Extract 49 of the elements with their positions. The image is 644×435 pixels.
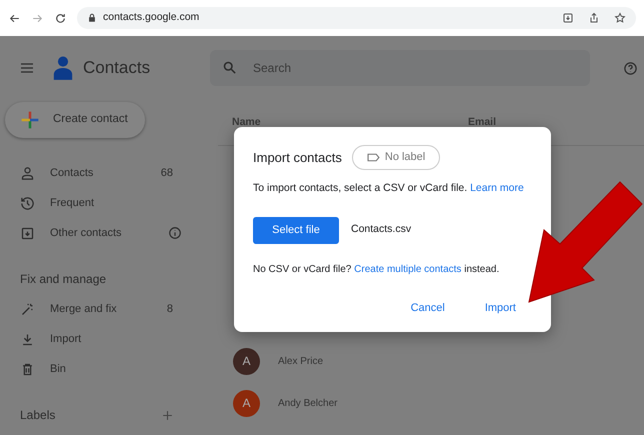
- app-title: Contacts: [83, 57, 152, 80]
- add-icon[interactable]: [161, 408, 174, 422]
- hint-text: instead.: [464, 264, 500, 275]
- section-heading: Labels: [20, 407, 56, 424]
- sidebar-item[interactable]: Contacts 68: [0, 158, 218, 188]
- history-icon: [20, 196, 35, 210]
- section-heading: Fix and manage: [20, 271, 108, 288]
- sidebar-item[interactable]: Bin: [0, 354, 218, 384]
- dialog-button[interactable]: Import: [478, 296, 522, 320]
- contact-name: Andy Belcher: [278, 396, 338, 410]
- dialog-title: Import contacts: [253, 148, 342, 167]
- create-contact-button[interactable]: Create contact: [5, 102, 145, 138]
- address-bar[interactable]: contacts.google.com: [77, 7, 636, 29]
- sidebar-item[interactable]: Frequent: [0, 188, 218, 218]
- column-header: Name: [232, 114, 262, 130]
- item-count: 8: [166, 302, 173, 317]
- url-text: contacts.google.com: [103, 10, 200, 26]
- hint-text: No CSV or vCard file?: [253, 264, 352, 275]
- avatar: A: [233, 390, 260, 416]
- reload-icon[interactable]: [54, 12, 67, 24]
- star-icon[interactable]: [614, 12, 626, 24]
- select-file-button[interactable]: Select file: [253, 216, 339, 244]
- wand-icon: [20, 302, 35, 316]
- plus-icon: [20, 110, 40, 130]
- column-header: Email: [468, 114, 496, 130]
- archive-icon: [20, 226, 35, 240]
- dialog-button[interactable]: Cancel: [404, 296, 451, 320]
- tag-icon: [366, 153, 380, 162]
- download-icon: [20, 332, 35, 346]
- sidebar-item[interactable]: Import: [0, 324, 218, 354]
- dialog-text: To import contacts, select a CSV or vCard file.: [253, 182, 468, 194]
- sidebar-item[interactable]: Merge and fix 8: [0, 294, 218, 324]
- lock-icon: [87, 13, 97, 23]
- create-multiple-link[interactable]: Create multiple contacts: [354, 264, 462, 275]
- contact-name: Alex Price: [278, 354, 324, 368]
- install-icon[interactable]: [562, 12, 574, 24]
- help-icon[interactable]: [623, 60, 638, 76]
- item-count: 68: [160, 166, 173, 181]
- trash-icon: [20, 362, 35, 376]
- person-logo-icon: [52, 55, 74, 81]
- person-icon: [20, 166, 35, 180]
- file-name: Contacts.csv: [351, 222, 412, 238]
- search-field[interactable]: Search: [210, 50, 590, 86]
- avatar: A: [233, 348, 260, 374]
- learn-more-link[interactable]: Learn more: [470, 182, 524, 194]
- sidebar-item[interactable]: Other contacts: [0, 218, 218, 248]
- share-icon[interactable]: [588, 12, 600, 24]
- label-chip[interactable]: No label: [352, 145, 440, 170]
- search-icon: [222, 60, 237, 75]
